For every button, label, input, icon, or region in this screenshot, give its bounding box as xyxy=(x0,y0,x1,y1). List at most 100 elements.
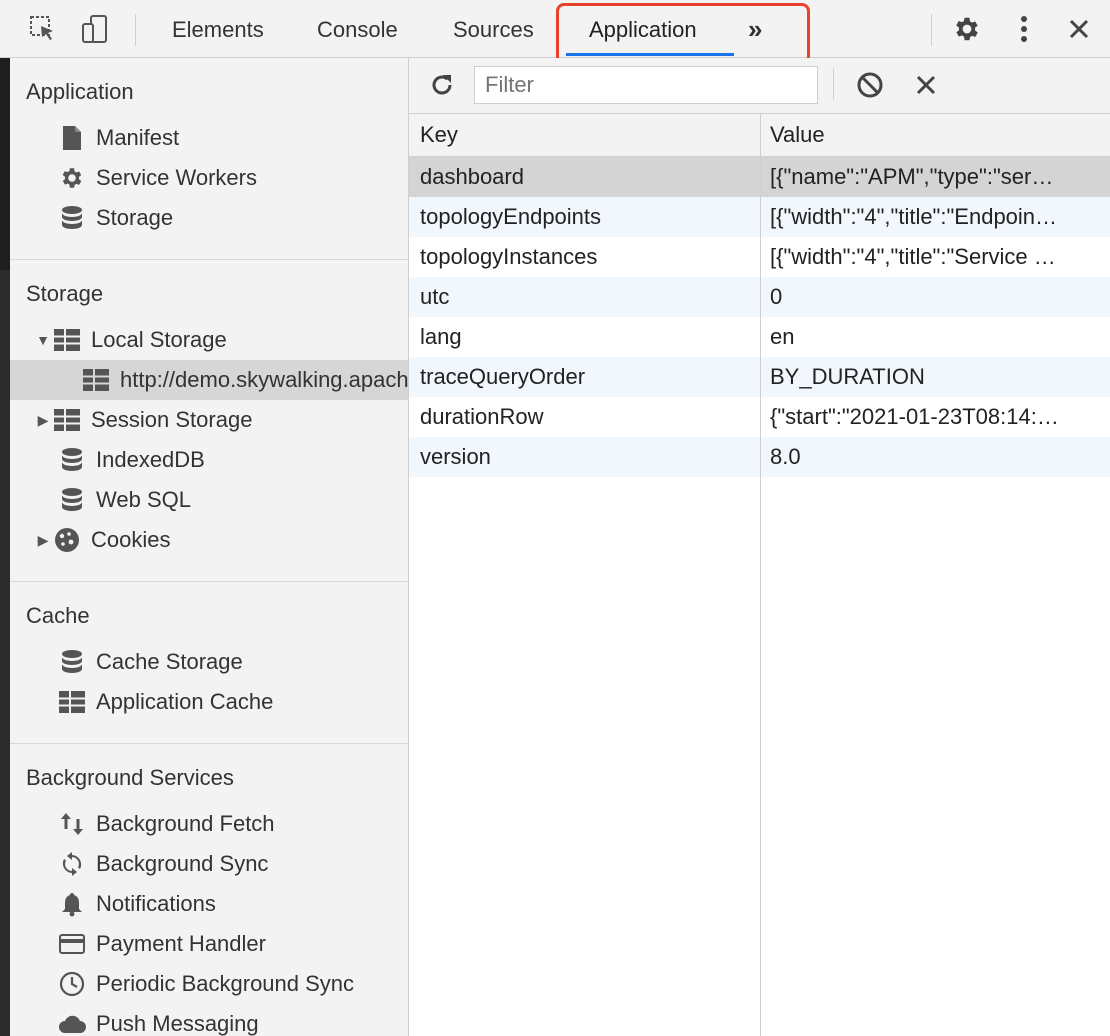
row-key: lang xyxy=(420,324,462,349)
database-icon xyxy=(58,446,86,474)
sidebar-item-label: Payment Handler xyxy=(96,931,266,956)
grid-icon xyxy=(58,688,86,716)
row-key: utc xyxy=(420,284,450,309)
section-divider xyxy=(10,581,408,582)
gear-icon xyxy=(58,164,86,192)
tab-console[interactable]: Console xyxy=(317,16,398,44)
toolbar-divider xyxy=(931,14,932,46)
toolbar-divider xyxy=(135,14,136,46)
row-value: 8.0 xyxy=(770,444,801,469)
row-value: [{"name":"APM","type":"ser… xyxy=(770,164,1054,189)
sidebar-item-push-messaging[interactable]: Push Messaging xyxy=(10,1004,408,1036)
row-value: 0 xyxy=(770,284,783,309)
sync-icon xyxy=(58,850,86,878)
settings-gear-icon[interactable] xyxy=(952,14,982,44)
sidebar-item-indexeddb[interactable]: IndexedDB xyxy=(10,440,408,480)
sidebar-item-label: Storage xyxy=(96,205,174,230)
sidebar-item-application-cache[interactable]: Application Cache xyxy=(10,682,408,722)
device-toolbar-icon[interactable] xyxy=(80,14,110,44)
sidebar-item-label: http://demo.skywalking.apache.org xyxy=(120,367,409,392)
section-divider xyxy=(10,743,408,744)
sidebar-item-storage[interactable]: Storage xyxy=(10,198,408,238)
section-divider xyxy=(10,259,408,260)
expand-triangle-right-icon[interactable]: ▶ xyxy=(33,532,53,549)
row-key: traceQueryOrder xyxy=(420,364,586,389)
row-key: dashboard xyxy=(420,164,524,189)
row-value: en xyxy=(770,324,795,349)
sidebar-item-background-fetch[interactable]: Background Fetch xyxy=(10,804,408,844)
delete-selected-icon[interactable] xyxy=(911,70,941,100)
sidebar-item-notifications[interactable]: Notifications xyxy=(10,884,408,924)
inspect-element-icon[interactable] xyxy=(28,14,58,44)
cookie-icon xyxy=(53,526,81,554)
sidebar-item-label: Manifest xyxy=(96,125,180,150)
filter-input[interactable] xyxy=(474,66,818,104)
sidebar-item-label: Cache Storage xyxy=(96,649,243,674)
storage-toolbar xyxy=(409,58,1110,114)
storage-content-panel: Key Value dashboard [{"name":"APM","type… xyxy=(409,58,1110,1036)
sidebar-item-service-workers[interactable]: Service Workers xyxy=(10,158,408,198)
sidebar-item-label: IndexedDB xyxy=(96,447,205,472)
grid-icon xyxy=(53,406,81,434)
grid-icon xyxy=(53,326,81,354)
clear-all-icon[interactable] xyxy=(855,70,885,100)
card-icon xyxy=(58,930,86,958)
database-icon xyxy=(58,204,86,232)
row-key: topologyInstances xyxy=(420,244,598,269)
column-header-value[interactable]: Value xyxy=(770,114,1104,156)
section-title-storage: Storage xyxy=(26,281,104,306)
sidebar-item-manifest[interactable]: Manifest xyxy=(10,118,408,158)
sidebar-item-background-sync[interactable]: Background Sync xyxy=(10,844,408,884)
bell-icon xyxy=(58,890,86,918)
sidebar-item-label: Web SQL xyxy=(96,487,191,512)
section-title-cache: Cache xyxy=(26,603,90,628)
sidebar-item-local-storage[interactable]: ▼ Local Storage xyxy=(10,320,408,360)
sidebar-item-label: Background Fetch xyxy=(96,811,275,836)
tab-sources[interactable]: Sources xyxy=(453,16,534,44)
sidebar-item-cache-storage[interactable]: Cache Storage xyxy=(10,642,408,682)
sidebar-item-web-sql[interactable]: Web SQL xyxy=(10,480,408,520)
row-key: durationRow xyxy=(420,404,544,429)
row-value: [{"width":"4","title":"Endpoin… xyxy=(770,204,1058,229)
more-options-kebab-icon[interactable] xyxy=(1009,14,1039,44)
sidebar-item-label: Local Storage xyxy=(91,327,227,352)
grid-icon xyxy=(82,366,110,394)
toolbar-divider xyxy=(833,68,834,100)
devtools-tab-bar: Elements Console Sources Application » xyxy=(0,0,1110,65)
column-header-key[interactable]: Key xyxy=(420,114,458,156)
row-value: BY_DURATION xyxy=(770,364,925,389)
row-value: {"start":"2021-01-23T08:14:… xyxy=(770,404,1059,429)
section-title-application: Application xyxy=(26,79,134,104)
document-icon xyxy=(58,124,86,152)
tab-elements[interactable]: Elements xyxy=(172,16,264,44)
sidebar-item-local-storage-origin[interactable]: http://demo.skywalking.apache.org xyxy=(10,360,409,400)
row-key: version xyxy=(420,444,491,469)
sidebar-item-label: Application Cache xyxy=(96,689,274,714)
annotation-highlight-box xyxy=(556,3,810,65)
sidebar-item-label: Push Messaging xyxy=(96,1011,259,1036)
sidebar-item-cookies[interactable]: ▶ Cookies xyxy=(10,520,408,560)
column-divider[interactable] xyxy=(760,114,761,1036)
application-sidebar: Application Manifest Service Workers Sto… xyxy=(10,58,409,1036)
section-title-background-services: Background Services xyxy=(26,765,234,790)
sidebar-item-label: Session Storage xyxy=(91,407,253,432)
sidebar-item-session-storage[interactable]: ▶ Session Storage xyxy=(10,400,408,440)
database-icon xyxy=(58,648,86,676)
sidebar-item-periodic-background-sync[interactable]: Periodic Background Sync xyxy=(10,964,408,1004)
row-key: topologyEndpoints xyxy=(420,204,602,229)
row-value: [{"width":"4","title":"Service … xyxy=(770,244,1056,269)
sidebar-item-label: Background Sync xyxy=(96,851,269,876)
close-icon[interactable] xyxy=(1064,14,1094,44)
refresh-icon[interactable] xyxy=(427,70,457,100)
sidebar-item-label: Notifications xyxy=(96,891,216,916)
expand-triangle-right-icon[interactable]: ▶ xyxy=(33,412,53,429)
updown-arrows-icon xyxy=(58,810,86,838)
cloud-icon xyxy=(58,1010,86,1036)
database-icon xyxy=(58,486,86,514)
sidebar-item-payment-handler[interactable]: Payment Handler xyxy=(10,924,408,964)
sidebar-item-label: Service Workers xyxy=(96,165,257,190)
expand-triangle-down-icon[interactable]: ▼ xyxy=(33,332,53,348)
sidebar-item-label: Periodic Background Sync xyxy=(96,971,355,996)
sidebar-item-label: Cookies xyxy=(91,527,171,552)
clock-icon xyxy=(58,970,86,998)
